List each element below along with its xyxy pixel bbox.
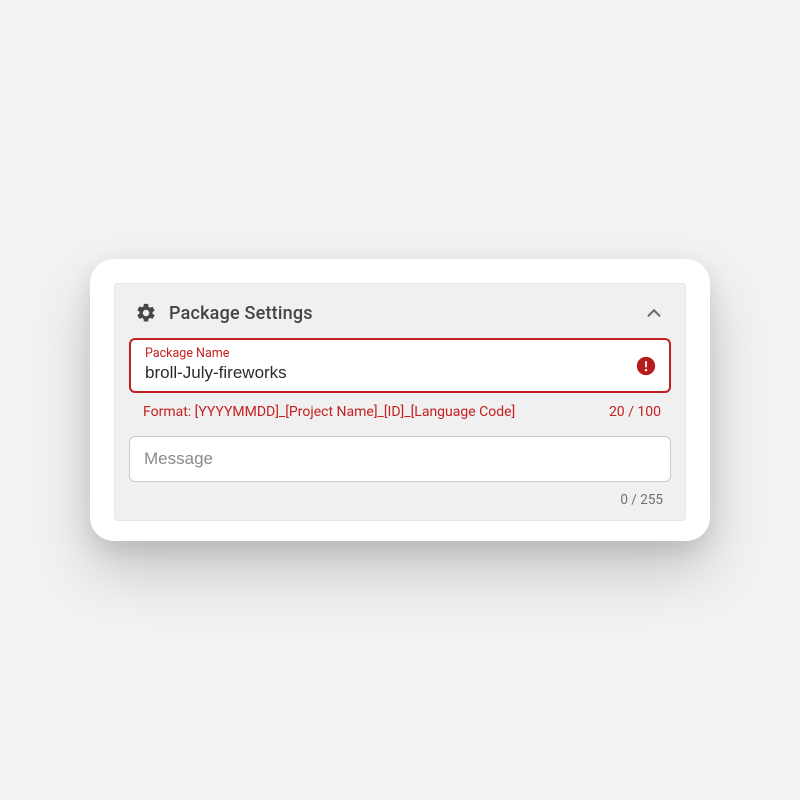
package-name-field[interactable]: Package Name: [129, 338, 671, 393]
package-settings-panel: Package Settings Package Name Format: [Y…: [114, 283, 686, 520]
error-icon: [635, 355, 657, 377]
package-name-hint: Format: [YYYYMMDD]_[Project Name]_[ID]_[…: [143, 403, 593, 421]
message-field[interactable]: [129, 436, 671, 482]
panel-header[interactable]: Package Settings: [127, 300, 673, 338]
package-name-count: 20 / 100: [609, 403, 661, 421]
message-count: 0 / 255: [127, 482, 673, 510]
package-name-label: Package Name: [145, 346, 617, 361]
package-name-input[interactable]: [145, 361, 617, 383]
panel-title: Package Settings: [169, 303, 631, 324]
settings-card: Package Settings Package Name Format: [Y…: [90, 259, 710, 540]
message-input[interactable]: [144, 449, 656, 469]
gear-icon: [135, 302, 157, 324]
chevron-up-icon[interactable]: [643, 302, 665, 324]
package-name-hint-row: Format: [YYYYMMDD]_[Project Name]_[ID]_[…: [127, 393, 673, 435]
